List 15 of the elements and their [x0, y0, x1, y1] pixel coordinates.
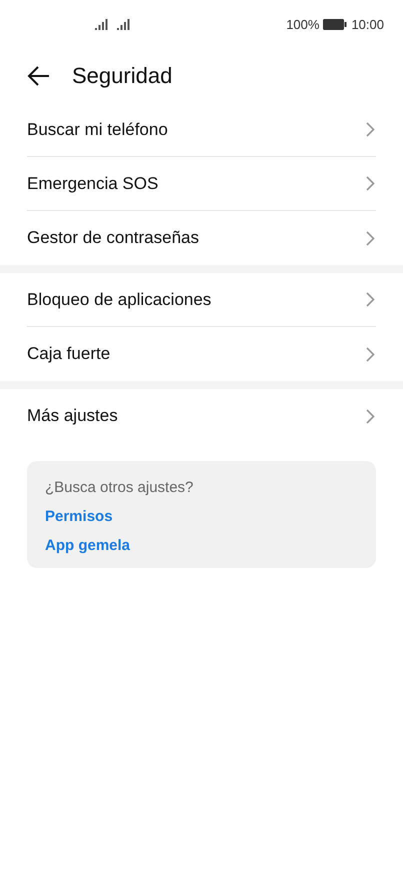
- suggestion-link[interactable]: App gemela: [45, 537, 130, 554]
- chevron-icon: [366, 122, 375, 137]
- chevron-icon: [366, 292, 375, 307]
- suggestions-title: ¿Busca otros ajustes?: [45, 479, 194, 496]
- chevron-icon: [366, 346, 375, 362]
- page-title: Seguridad: [72, 62, 172, 88]
- clock: 10:00: [351, 16, 384, 32]
- chevron-icon: [366, 176, 375, 191]
- suggestion-link[interactable]: Permisos: [45, 508, 113, 525]
- signal-icon: [95, 18, 109, 30]
- chevron-icon: [366, 408, 375, 424]
- chevron-icon: [366, 230, 375, 246]
- battery-icon: [323, 18, 348, 30]
- signal-icon: [117, 18, 131, 30]
- battery-percentage: 100%: [286, 16, 320, 32]
